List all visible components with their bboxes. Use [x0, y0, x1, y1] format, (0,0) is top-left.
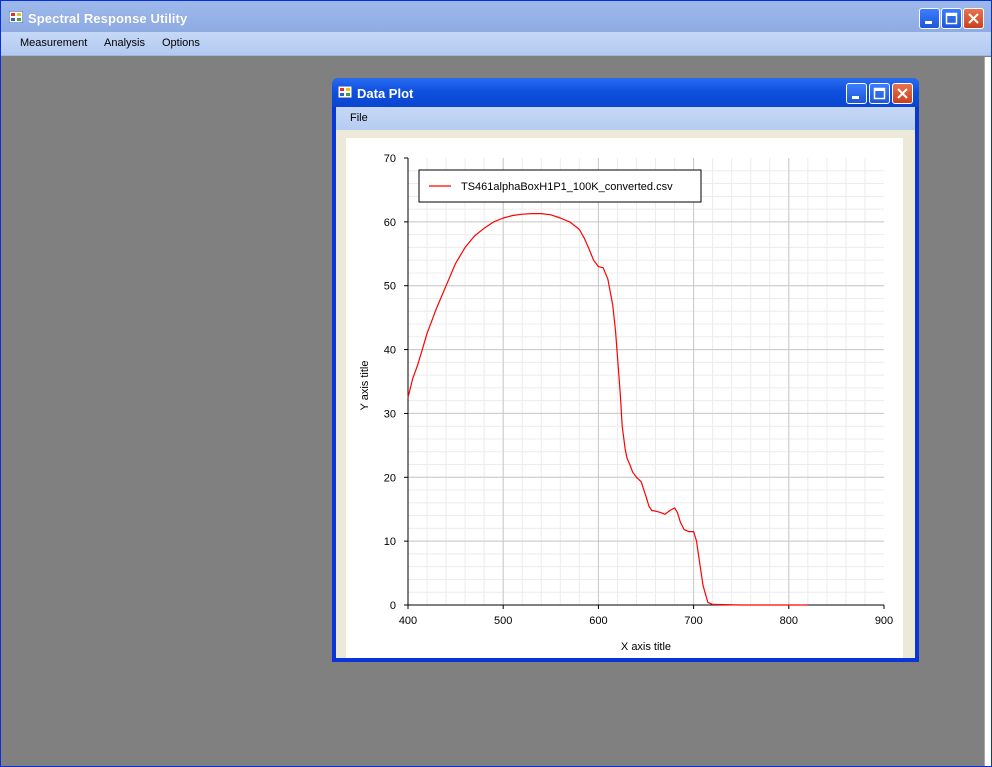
maximize-button[interactable]	[941, 8, 962, 29]
close-button[interactable]	[963, 8, 984, 29]
y-tick-label: 40	[384, 345, 396, 357]
x-tick-label: 800	[780, 615, 798, 627]
child-client: File 400 500 600 700 800 900 0 10 20 30 40 50 60 70 X …	[336, 107, 915, 658]
child-titlebar[interactable]: Data Plot	[332, 78, 919, 107]
maximize-icon	[945, 12, 958, 25]
y-tick-label: 70	[384, 153, 396, 165]
close-icon	[897, 88, 908, 99]
right-edge-line	[984, 57, 985, 766]
child-minimize-button[interactable]	[846, 83, 867, 104]
child-menubar: File	[336, 107, 915, 130]
child-app-icon	[338, 86, 352, 98]
x-tick-label: 900	[875, 615, 893, 627]
minimize-icon	[852, 96, 859, 99]
menu-analysis[interactable]: Analysis	[104, 37, 145, 49]
y-tick-label: 10	[384, 536, 396, 548]
child-window-title: Data Plot	[357, 86, 414, 101]
plot-panel: 400 500 600 700 800 900 0 10 20 30 40 50 60 70 X axis …	[346, 138, 903, 658]
legend-label: TS461alphaBoxH1P1_100K_converted.csv	[461, 181, 673, 193]
child-maximize-button[interactable]	[869, 83, 890, 104]
y-tick-label: 60	[384, 217, 396, 229]
child-close-button[interactable]	[892, 83, 913, 104]
y-tick-label: 30	[384, 408, 396, 420]
app-icon	[9, 11, 23, 23]
close-icon	[968, 13, 979, 24]
y-axis-title: Y axis title	[359, 361, 371, 411]
x-tick-label: 700	[684, 615, 702, 627]
menu-file[interactable]: File	[350, 112, 368, 124]
menu-measurement[interactable]: Measurement	[20, 37, 87, 49]
y-tick-label: 20	[384, 472, 396, 484]
data-plot-window: Data Plot File 400 500 600 700 800 900 0 10 20 30…	[332, 78, 919, 662]
window-title: Spectral Response Utility	[28, 11, 188, 26]
maximize-icon	[873, 87, 886, 100]
plot-area	[408, 158, 884, 605]
main-titlebar[interactable]: Spectral Response Utility	[1, 1, 991, 32]
minimize-icon	[925, 21, 932, 24]
main-menubar: Measurement Analysis Options	[1, 32, 991, 56]
x-tick-label: 500	[494, 615, 512, 627]
menu-options[interactable]: Options	[162, 37, 200, 49]
y-tick-label: 0	[390, 600, 396, 612]
x-tick-label: 600	[589, 615, 607, 627]
minimize-button[interactable]	[919, 8, 940, 29]
x-tick-label: 400	[399, 615, 417, 627]
right-edge	[984, 57, 991, 766]
x-axis-title: X axis title	[621, 641, 671, 653]
y-tick-label: 50	[384, 281, 396, 293]
line-chart: 400 500 600 700 800 900 0 10 20 30 40 50 60 70 X axis …	[359, 153, 893, 653]
